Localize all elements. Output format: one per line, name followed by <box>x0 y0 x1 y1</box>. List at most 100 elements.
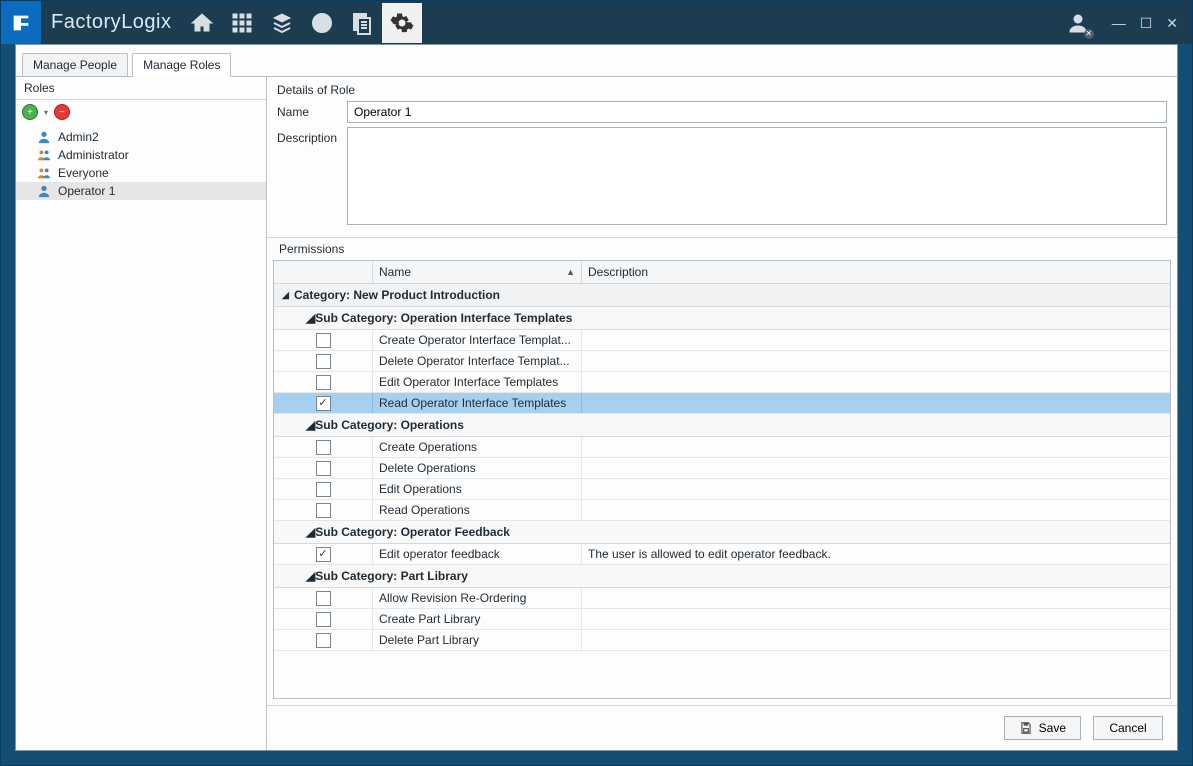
permission-name: Read Operator Interface Templates <box>373 393 582 413</box>
subcategory-row[interactable]: ◢Sub Category: Operator Feedback <box>274 521 1170 544</box>
permission-desc <box>582 609 1170 629</box>
app-logo <box>1 1 41 44</box>
permission-row[interactable]: Delete Operator Interface Templat... <box>274 351 1170 372</box>
collapse-icon[interactable]: ◢ <box>306 569 315 583</box>
role-item[interactable]: Administrator <box>16 146 266 164</box>
minimize-icon[interactable]: — <box>1112 16 1126 30</box>
permission-row[interactable]: Edit operator feedbackThe user is allowe… <box>274 544 1170 565</box>
permission-desc <box>582 588 1170 608</box>
tab-manage-people[interactable]: Manage People <box>22 53 128 76</box>
app-brand: FactoryLogix <box>41 11 182 34</box>
subcategory-row[interactable]: ◢Sub Category: Operations <box>274 414 1170 437</box>
permission-name: Create Operations <box>373 437 582 457</box>
permission-row[interactable]: Allow Revision Re-Ordering <box>274 588 1170 609</box>
permission-name: Read Operations <box>373 500 582 520</box>
permission-checkbox[interactable] <box>316 612 331 627</box>
permission-desc <box>582 372 1170 392</box>
role-item[interactable]: Everyone <box>16 164 266 182</box>
add-role-button[interactable]: + <box>22 104 38 120</box>
sort-asc-icon: ▲ <box>566 267 575 277</box>
permission-name: Create Operator Interface Templat... <box>373 330 582 350</box>
permission-row[interactable]: Create Operator Interface Templat... <box>274 330 1170 351</box>
permission-row[interactable]: Edit Operator Interface Templates <box>274 372 1170 393</box>
permission-desc <box>582 351 1170 371</box>
brand-suffix: Logix <box>121 11 171 33</box>
document-icon[interactable] <box>342 3 382 43</box>
permission-checkbox[interactable] <box>316 333 331 348</box>
permission-row[interactable]: Edit Operations <box>274 479 1170 500</box>
role-label: Admin2 <box>58 130 99 144</box>
tab-row: Manage People Manage Roles <box>16 45 1177 77</box>
collapse-icon[interactable]: ◢ <box>306 418 315 432</box>
description-label: Description <box>277 127 347 145</box>
permission-name: Allow Revision Re-Ordering <box>373 588 582 608</box>
grid-icon[interactable] <box>222 3 262 43</box>
permission-name: Delete Operator Interface Templat... <box>373 351 582 371</box>
maximize-icon[interactable]: ☐ <box>1140 16 1153 30</box>
permission-checkbox[interactable] <box>316 503 331 518</box>
permission-row[interactable]: Read Operator Interface Templates <box>274 393 1170 414</box>
role-label: Operator 1 <box>58 184 115 198</box>
permission-checkbox[interactable] <box>316 375 331 390</box>
permission-checkbox[interactable] <box>316 633 331 648</box>
permission-checkbox[interactable] <box>316 461 331 476</box>
cancel-button[interactable]: Cancel <box>1093 716 1163 740</box>
delete-role-button[interactable]: − <box>54 104 70 120</box>
permission-name: Delete Part Library <box>373 630 582 650</box>
tab-manage-roles[interactable]: Manage Roles <box>132 53 231 76</box>
roles-title: Roles <box>16 77 266 100</box>
permission-desc: The user is allowed to edit operator fee… <box>582 544 1170 564</box>
col-name[interactable]: Name ▲ <box>373 261 582 283</box>
permission-name: Edit Operator Interface Templates <box>373 372 582 392</box>
role-item[interactable]: Operator 1 <box>16 182 266 200</box>
permission-desc <box>582 500 1170 520</box>
collapse-icon[interactable]: ◢ <box>306 525 315 539</box>
permission-row[interactable]: Create Part Library <box>274 609 1170 630</box>
cancel-label: Cancel <box>1109 721 1146 735</box>
close-icon[interactable]: ✕ <box>1166 16 1178 30</box>
permission-desc <box>582 630 1170 650</box>
subcategory-row[interactable]: ◢Sub Category: Part Library <box>274 565 1170 588</box>
add-role-dropdown[interactable]: ▾ <box>44 108 48 117</box>
permissions-grid[interactable]: ◢Category: New Product Introduction◢Sub … <box>274 284 1170 698</box>
description-field[interactable] <box>347 127 1167 225</box>
brand-prefix: Factory <box>51 11 121 33</box>
permission-checkbox[interactable] <box>316 482 331 497</box>
collapse-icon[interactable]: ◢ <box>282 290 294 301</box>
permission-row[interactable]: Create Operations <box>274 437 1170 458</box>
role-item[interactable]: Admin2 <box>16 128 266 146</box>
role-label: Administrator <box>58 148 129 162</box>
category-row[interactable]: ◢Category: New Product Introduction <box>274 284 1170 307</box>
permissions-title: Permissions <box>273 238 1171 260</box>
globe-icon[interactable] <box>302 3 342 43</box>
permission-row[interactable]: Read Operations <box>274 500 1170 521</box>
user-icon[interactable]: ✕ <box>1058 3 1098 43</box>
save-label: Save <box>1039 721 1066 735</box>
save-icon <box>1019 721 1033 735</box>
col-name-label: Name <box>379 265 411 279</box>
stack-icon[interactable] <box>262 3 302 43</box>
details-title: Details of Role <box>277 83 1167 97</box>
col-description[interactable]: Description <box>582 261 1170 283</box>
permission-row[interactable]: Delete Part Library <box>274 630 1170 651</box>
home-icon[interactable] <box>182 3 222 43</box>
role-list: Admin2 Administrator Everyone Operator 1 <box>16 124 266 204</box>
permission-name: Edit operator feedback <box>373 544 582 564</box>
gear-icon[interactable] <box>382 3 422 43</box>
permission-desc <box>582 393 1170 413</box>
name-label: Name <box>277 101 347 119</box>
permission-row[interactable]: Delete Operations <box>274 458 1170 479</box>
col-checkbox <box>274 261 373 283</box>
permission-desc <box>582 330 1170 350</box>
permission-checkbox[interactable] <box>316 440 331 455</box>
name-field[interactable] <box>347 101 1167 123</box>
permission-checkbox[interactable] <box>316 547 331 562</box>
role-label: Everyone <box>58 166 109 180</box>
permission-checkbox[interactable] <box>316 396 331 411</box>
permission-name: Create Part Library <box>373 609 582 629</box>
permission-checkbox[interactable] <box>316 354 331 369</box>
save-button[interactable]: Save <box>1004 716 1081 740</box>
collapse-icon[interactable]: ◢ <box>306 311 315 325</box>
permission-checkbox[interactable] <box>316 591 331 606</box>
subcategory-row[interactable]: ◢Sub Category: Operation Interface Templ… <box>274 307 1170 330</box>
